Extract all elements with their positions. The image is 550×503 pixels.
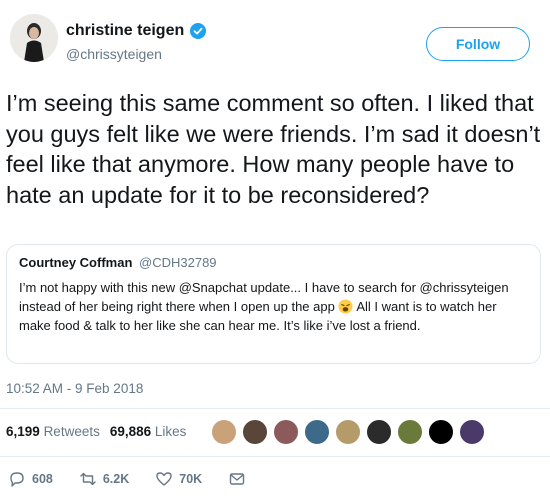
quoted-tweet-header: Courtney Coffman @CDH32789	[19, 255, 528, 270]
author-avatar[interactable]	[10, 14, 58, 62]
envelope-icon	[230, 473, 245, 485]
tweet-actions: 608 6.2K 70K	[8, 470, 272, 488]
retweet-count: 6.2K	[102, 472, 130, 486]
retweets-label: Retweets	[43, 424, 100, 439]
liker-avatar[interactable]	[303, 418, 331, 446]
reply-count: 608	[32, 472, 53, 486]
retweet-action[interactable]: 6.2K	[79, 470, 129, 488]
retweets-stat[interactable]: 6,199 Retweets	[6, 424, 100, 439]
author-handle[interactable]: @chrissyteigen	[66, 46, 162, 62]
direct-message-action[interactable]	[228, 470, 246, 488]
liker-avatar[interactable]	[365, 418, 393, 446]
verified-badge-icon	[190, 23, 207, 39]
likers-avatars	[210, 418, 486, 446]
reply-action[interactable]: 608	[8, 470, 53, 488]
retweets-count: 6,199	[6, 424, 40, 439]
follow-button[interactable]: Follow	[426, 27, 530, 61]
retweet-icon	[80, 472, 96, 486]
tweet-text: I’m seeing this same comment so often. I…	[6, 90, 541, 208]
liker-avatar[interactable]	[427, 418, 455, 446]
liker-avatar[interactable]	[241, 418, 269, 446]
quoted-author-name: Courtney Coffman	[19, 255, 133, 270]
quoted-tweet-text: I’m not happy with this new @Snapchat up…	[19, 278, 528, 335]
avatar-photo	[10, 14, 58, 62]
engagement-stats: 6,199 Retweets 69,886 Likes	[6, 424, 186, 439]
like-action[interactable]: 70K	[155, 470, 202, 488]
liker-avatar[interactable]	[458, 418, 486, 446]
divider-top	[0, 408, 550, 409]
like-count: 70K	[179, 472, 203, 486]
likes-stat[interactable]: 69,886 Likes	[110, 424, 187, 439]
author-name[interactable]: christine teigen	[66, 22, 184, 40]
liker-avatar[interactable]	[334, 418, 362, 446]
quoted-tweet[interactable]: Courtney Coffman @CDH32789 I’m not happy…	[6, 244, 541, 364]
liker-avatar[interactable]	[396, 418, 424, 446]
liker-avatar[interactable]	[210, 418, 238, 446]
heart-icon	[156, 472, 172, 486]
likes-count: 69,886	[109, 424, 152, 439]
weary-face-emoji-icon	[338, 299, 353, 314]
reply-icon	[10, 472, 24, 487]
author-name-row: christine teigen	[66, 22, 207, 40]
tweet-timestamp[interactable]: 10:52 AM - 9 Feb 2018	[6, 381, 143, 396]
quoted-author-handle: @CDH32789	[139, 255, 217, 270]
liker-avatar[interactable]	[272, 418, 300, 446]
divider-bottom	[0, 456, 550, 457]
likes-label: Likes	[154, 424, 187, 439]
